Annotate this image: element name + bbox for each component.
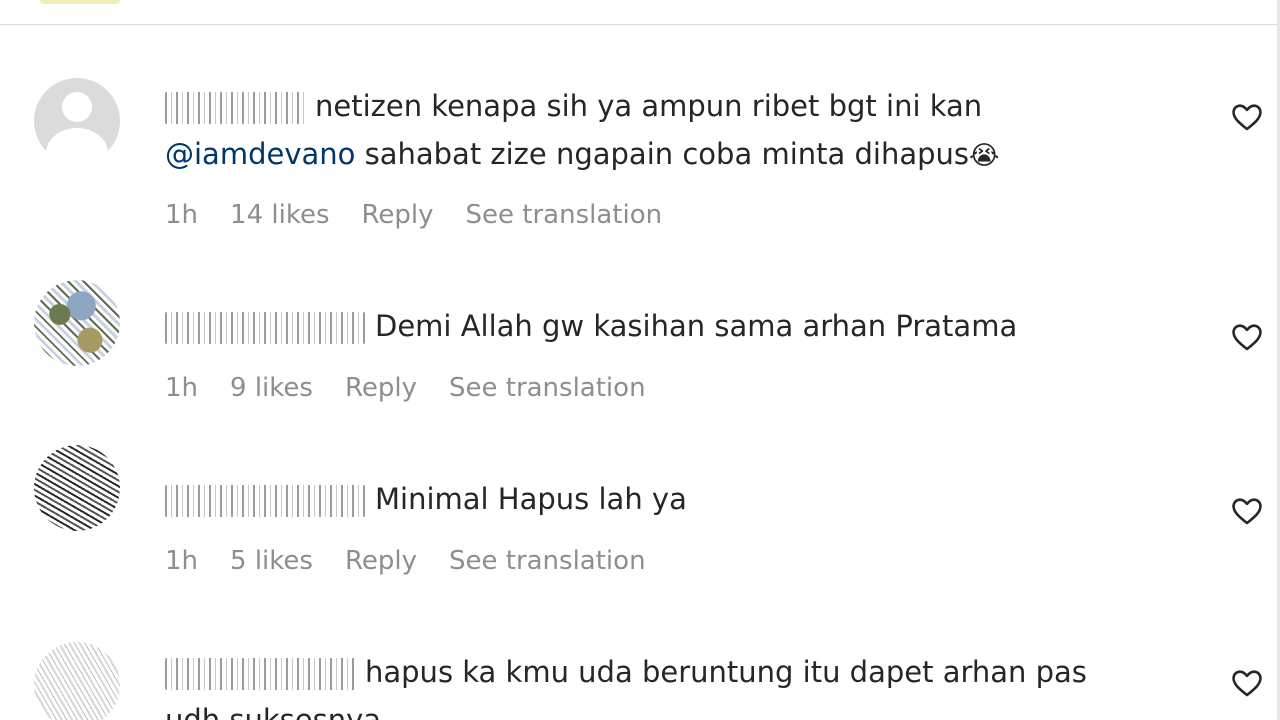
comment-line: netizen kenapa sih ya ampun ribet bgt in…: [165, 82, 1165, 130]
comment-body: hapus ka kmu uda beruntung itu dapet arh…: [165, 648, 1165, 720]
username-redacted[interactable]: [165, 658, 355, 690]
crying-face-emoji: 😭: [969, 141, 1000, 171]
mention-link[interactable]: @iamdevano: [165, 137, 355, 171]
reply-button[interactable]: Reply: [362, 200, 434, 230]
heart-outline-icon[interactable]: [1230, 494, 1264, 528]
comment-item: netizen kenapa sih ya ampun ribet bgt in…: [0, 0, 1280, 250]
comment-text: sahabat zize ngapain coba minta dihapus: [355, 137, 970, 171]
comment-item: hapus ka kmu uda beruntung itu dapet arh…: [0, 620, 1280, 720]
heart-outline-icon[interactable]: [1230, 100, 1264, 134]
reply-button[interactable]: Reply: [345, 546, 417, 576]
comment-text: Minimal Hapus lah ya: [375, 482, 687, 516]
heart-outline-icon[interactable]: [1230, 320, 1264, 354]
comment-body: Demi Allah gw kasihan sama arhan Pratama: [165, 302, 1165, 350]
default-avatar-icon[interactable]: [34, 78, 120, 164]
comment-line: hapus ka kmu uda beruntung itu dapet arh…: [165, 648, 1165, 696]
comment-text: udh suksesnya: [165, 703, 382, 720]
comment-item: Demi Allah gw kasihan sama arhan Pratama…: [0, 250, 1280, 430]
comment-line: Minimal Hapus lah ya: [165, 475, 1165, 523]
comment-text: hapus ka kmu uda beruntung itu dapet arh…: [365, 655, 1087, 689]
user-avatar[interactable]: [34, 445, 120, 531]
comment-item: Minimal Hapus lah ya 1h 5 likes Reply Se…: [0, 430, 1280, 620]
likes-count[interactable]: 9 likes: [230, 373, 313, 403]
comments-panel: netizen kenapa sih ya ampun ribet bgt in…: [0, 0, 1280, 720]
comment-line: Demi Allah gw kasihan sama arhan Pratama: [165, 302, 1165, 350]
username-redacted[interactable]: [165, 312, 365, 344]
comment-body: netizen kenapa sih ya ampun ribet bgt in…: [165, 82, 1165, 180]
see-translation-link[interactable]: See translation: [466, 200, 663, 230]
reply-button[interactable]: Reply: [345, 373, 417, 403]
comment-time: 1h: [165, 373, 199, 403]
comment-body: Minimal Hapus lah ya: [165, 475, 1165, 523]
comment-text: Demi Allah gw kasihan sama arhan Pratama: [375, 309, 1018, 343]
see-translation-link[interactable]: See translation: [449, 546, 646, 576]
comment-line: udh suksesnya: [165, 696, 1165, 720]
avatar-head: [62, 92, 92, 122]
comment-meta: 1h 5 likes Reply See translation: [165, 546, 678, 576]
likes-count[interactable]: 5 likes: [230, 546, 313, 576]
username-redacted[interactable]: [165, 485, 365, 517]
comment-time: 1h: [165, 546, 199, 576]
comment-meta: 1h 14 likes Reply See translation: [165, 200, 694, 230]
heart-outline-icon[interactable]: [1230, 666, 1264, 700]
comment-meta: 1h 9 likes Reply See translation: [165, 373, 678, 403]
user-avatar[interactable]: [34, 642, 120, 720]
username-redacted[interactable]: [165, 92, 305, 124]
see-translation-link[interactable]: See translation: [449, 373, 646, 403]
comment-line: @iamdevano sahabat zize ngapain coba min…: [165, 130, 1165, 180]
comment-text: netizen kenapa sih ya ampun ribet bgt in…: [315, 89, 983, 123]
comment-time: 1h: [165, 200, 199, 230]
user-avatar[interactable]: [34, 280, 120, 366]
avatar-body: [46, 128, 108, 164]
likes-count[interactable]: 14 likes: [230, 200, 329, 230]
